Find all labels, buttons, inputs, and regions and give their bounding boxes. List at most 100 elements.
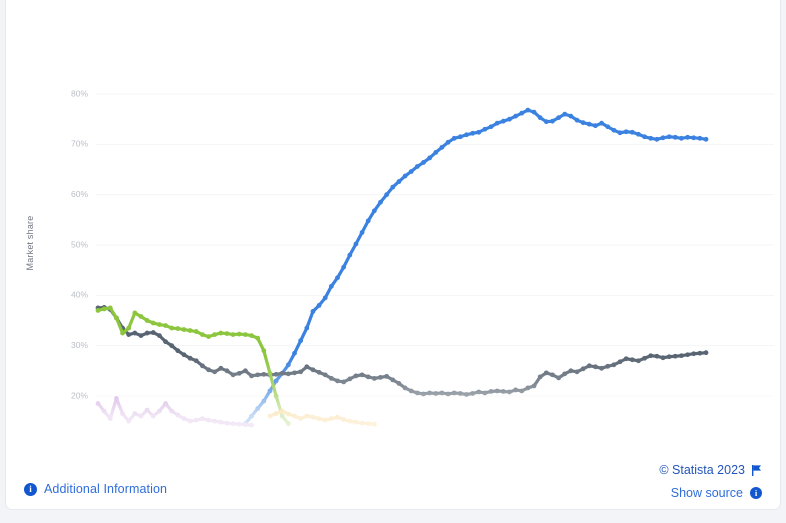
data-point [292,350,297,356]
data-point [150,320,156,326]
data-point [556,115,562,121]
y-axis-title: Market share [25,215,35,271]
data-point [605,124,611,130]
y-axis-tick-label: 50% [71,239,88,249]
show-source-link[interactable]: Show source i [671,486,762,500]
data-point [679,135,684,141]
chart-footer: i Additional Information © Statista 2023… [6,460,782,510]
data-point [464,132,469,138]
data-point [120,330,125,336]
data-point [359,230,365,235]
data-point [322,295,328,301]
data-point [224,331,230,336]
data-point [691,135,697,141]
data-point [568,113,574,119]
data-point [255,335,261,341]
additional-information-link[interactable]: i Additional Information [24,482,167,496]
data-point [507,116,512,122]
data-point [378,199,383,205]
data-point [144,330,150,336]
data-point [433,149,439,155]
data-point [212,332,218,337]
data-point [525,107,531,113]
data-point [531,109,537,115]
data-point [427,155,433,161]
data-point [384,192,390,198]
data-point [457,134,463,140]
data-point [316,303,322,308]
data-point [513,113,519,119]
show-source-label: Show source [670,486,743,500]
data-point [482,126,488,132]
data-point [328,283,334,289]
y-axis-tick-label: 70% [71,139,88,149]
data-point [347,252,353,258]
data-point [408,169,414,174]
data-point [163,339,168,345]
data-point [636,131,641,137]
data-point [95,308,101,313]
data-point [157,322,162,327]
data-point [580,120,586,126]
data-point [611,127,617,133]
data-point [101,306,107,312]
data-point [703,350,709,356]
copyright-label: © Statista 2023 [659,463,745,477]
data-point [697,135,703,141]
data-point [537,115,543,121]
data-point [132,330,138,336]
data-point [421,160,426,165]
info-icon: i [24,482,37,496]
data-point [500,118,506,124]
data-point [310,309,316,314]
data-point [543,119,549,125]
data-point [187,328,193,333]
data-point [298,338,304,344]
flag-icon-svg [752,464,761,476]
data-point [697,350,703,356]
y-axis-tick-label: 40% [71,290,88,300]
data-point [550,118,555,124]
data-point [138,333,144,338]
additional-information-label: Additional Information [44,482,168,496]
y-axis-tick-label: 30% [71,340,88,350]
data-point [218,330,224,336]
data-point [703,136,709,142]
data-point [593,123,598,129]
chart-card: 80% 70% 60% 50% 40% 30% 20% Market share i Add… [5,0,781,510]
gridlines [96,93,774,397]
data-point [414,164,420,169]
data-point [144,318,150,323]
data-point [169,343,175,349]
y-axis-tick-label: 60% [71,189,88,199]
data-point [304,325,310,331]
data-point [175,348,181,354]
data-point [114,315,119,321]
data-point [169,325,175,331]
data-point [150,330,156,335]
data-point [126,332,132,337]
data-point [445,139,451,145]
data-point [685,134,690,140]
data-point [654,136,660,142]
data-point [617,130,623,136]
data-point [451,135,457,141]
data-point [470,130,476,136]
data-point [341,264,347,270]
info-icon: i [750,487,762,499]
data-point [488,124,494,130]
data-point [629,129,635,135]
data-point [648,135,654,141]
data-point [574,117,580,123]
data-point [163,323,168,328]
data-point [335,275,340,281]
data-point [623,129,629,135]
data-point [562,111,568,117]
data-point [181,327,187,332]
data-point [126,325,132,331]
data-point [249,333,254,338]
copyright: © Statista 2023 [659,463,762,477]
y-axis-tick-label: 80% [71,88,88,98]
data-point [599,120,604,126]
data-point [476,129,482,135]
